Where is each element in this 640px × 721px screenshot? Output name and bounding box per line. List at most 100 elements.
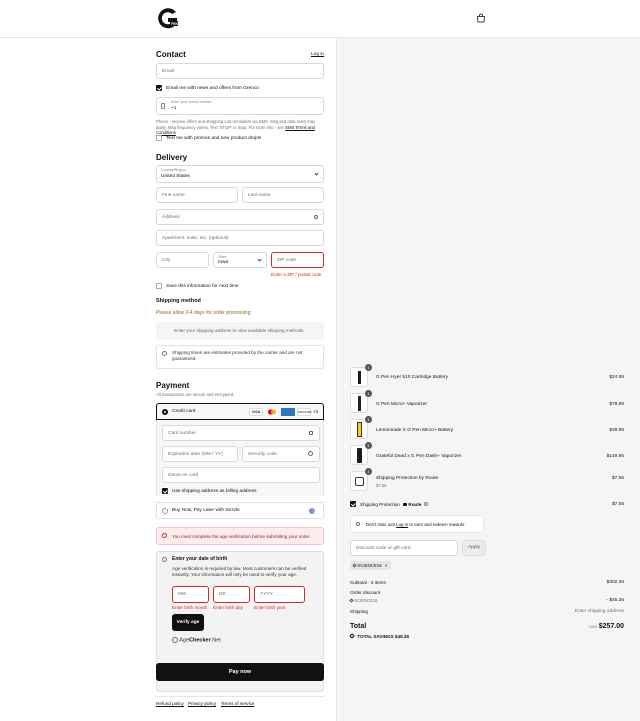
product-name: G Pen Hyer 510 Cartridge Battery	[376, 375, 448, 380]
save-info-checkbox[interactable]	[156, 283, 162, 289]
text-promos-checkbox[interactable]	[156, 135, 162, 141]
apartment-field[interactable]: Apartment, suite, etc. (optional)	[156, 230, 324, 246]
refund-policy-link[interactable]: Refund policy	[156, 701, 184, 706]
newsletter-checkbox[interactable]	[156, 85, 162, 91]
security-code-field[interactable]: Security code	[242, 446, 320, 462]
subtotal-value: $302.35	[606, 580, 624, 585]
product-name: Shipping Protection by Route	[376, 476, 439, 481]
product-subprice: $7.55	[376, 483, 387, 488]
quantity-badge: 1	[365, 364, 372, 371]
discount-code-field[interactable]: Discount code or gift card	[350, 540, 458, 556]
rewards-banner: Don't miss out! Log in to earn and redee…	[350, 515, 484, 533]
shipping-heading: Shipping method	[156, 298, 201, 304]
applied-code-text: SCIENCE15	[354, 598, 378, 603]
sezzle-icon	[309, 508, 315, 514]
name-on-card-field[interactable]: Name on card	[162, 467, 320, 483]
help-icon	[308, 451, 313, 456]
birth-year-error: Enter birth year	[254, 605, 286, 610]
phone-value: +1	[171, 106, 177, 111]
info-icon	[162, 557, 167, 562]
contact-heading: Contact	[156, 50, 186, 59]
quantity-badge: 1	[365, 390, 372, 397]
verify-age-button[interactable]: Verify age	[172, 614, 204, 631]
info-icon	[356, 522, 360, 526]
missout-text: Don't miss out!	[366, 522, 395, 527]
total-savings: TOTAL SAVINGS $45.35	[349, 633, 409, 639]
shopping-bag-icon[interactable]	[476, 13, 486, 23]
savings-tag-icon	[349, 633, 355, 639]
agechecker-icon	[172, 637, 178, 643]
product-name: Lemonnade X G Pen Micro+ Battery	[376, 428, 454, 433]
tag-icon	[352, 563, 357, 568]
product-price: $7.55	[611, 476, 624, 481]
login-link[interactable]: Log in	[311, 52, 324, 57]
total-value: $257.00	[598, 623, 624, 630]
billing-checkbox[interactable]	[162, 488, 168, 494]
radio-icon	[162, 508, 168, 514]
rewards-login-link[interactable]: Log in	[396, 522, 408, 527]
g-pen-logo-icon[interactable]: PEN	[155, 6, 179, 32]
zip-field[interactable]: ZIP code	[271, 252, 324, 268]
delivery-heading: Delivery	[156, 153, 188, 162]
country-select[interactable]: Country/Region United States	[156, 165, 324, 183]
phone-label: Enter your phone number	[171, 100, 212, 104]
country-value: United States	[161, 174, 190, 179]
shipping-protection-checkbox[interactable]	[350, 501, 356, 507]
card-number-field[interactable]: Card number	[162, 425, 320, 441]
birth-month-field[interactable]: MM	[172, 586, 209, 603]
mastercard-icon	[265, 408, 279, 416]
phone-icon	[161, 103, 165, 109]
site-header: PEN	[0, 0, 640, 38]
state-select[interactable]: State Iowa	[213, 252, 267, 268]
address-field[interactable]: Address	[156, 209, 324, 225]
currency-code: USD	[589, 625, 598, 629]
age-warning-text: You must complete the age verification b…	[172, 534, 311, 539]
security-code-placeholder: Security code	[248, 451, 278, 457]
quantity-badge: 1	[365, 442, 372, 449]
last-name-field[interactable]: Last name	[242, 187, 324, 203]
age-warning: You must complete the age verification b…	[156, 527, 324, 545]
footer-divider	[156, 696, 324, 697]
privacy-policy-link[interactable]: Privacy policy	[188, 701, 216, 706]
apply-button[interactable]: Apply	[462, 540, 486, 556]
discover-icon: DISCOVER	[297, 408, 312, 416]
tag-icon	[349, 598, 354, 603]
phone-field[interactable]: Enter your phone number +1	[156, 97, 324, 115]
savings-label: TOTAL SAVINGS	[357, 634, 394, 639]
close-icon[interactable]: ×	[385, 563, 388, 568]
birth-day-error: Enter birth day	[213, 605, 243, 610]
dob-description: Age verification is required by law. Mos…	[172, 566, 307, 577]
quantity-badge: 1	[365, 468, 372, 475]
payment-subtitle: All transactions are secure and encrypte…	[156, 392, 235, 397]
sms-disclaimer: Phone - receive offers and shopping cart…	[156, 119, 326, 136]
info-icon[interactable]	[423, 502, 428, 506]
visa-icon: VISA	[249, 408, 263, 416]
card-number-placeholder: Card number	[168, 430, 196, 436]
credit-card-option[interactable]: Credit card VISA DISCOVER +3	[156, 403, 324, 420]
quantity-badge: 1	[365, 416, 372, 423]
city-field[interactable]: City	[156, 252, 209, 268]
terms-of-service-link[interactable]: Terms of service	[221, 701, 254, 706]
first-name-field[interactable]: First name	[156, 187, 238, 203]
agechecker-brand-a: Age	[179, 637, 190, 644]
pay-now-button[interactable]: Pay now	[156, 663, 324, 681]
sezzle-option[interactable]: Buy Now, Pay Later with Sezzle	[156, 502, 324, 519]
text-promos-label: Text me with promos and new product drop…	[166, 136, 262, 141]
birth-year-field[interactable]: YYYY	[254, 586, 305, 603]
checkout-form: Contact Log in Email Email me with news …	[0, 38, 336, 721]
svg-text:PEN: PEN	[171, 22, 178, 26]
country-label: Country/Region	[161, 168, 186, 172]
subtotal-label: Subtotal · 5 items	[350, 580, 386, 585]
agechecker-brand-b: Checker	[189, 637, 211, 644]
expiration-field[interactable]: Expiration date (MM / YY)	[162, 446, 238, 462]
email-field[interactable]: Email	[156, 63, 324, 79]
shipping-value: Enter shipping address	[574, 609, 624, 614]
radio-selected-icon	[162, 409, 168, 415]
amex-icon	[281, 408, 295, 416]
birth-day-field[interactable]: DD	[213, 586, 250, 603]
zip-error: Enter a ZIP / postal code	[271, 272, 322, 277]
shipping-placeholder: Enter your shipping address to view avai…	[156, 322, 324, 340]
payment-heading: Payment	[156, 381, 190, 390]
dob-heading: Enter your date of birth	[172, 556, 228, 562]
shipping-label: Shipping	[350, 609, 368, 614]
